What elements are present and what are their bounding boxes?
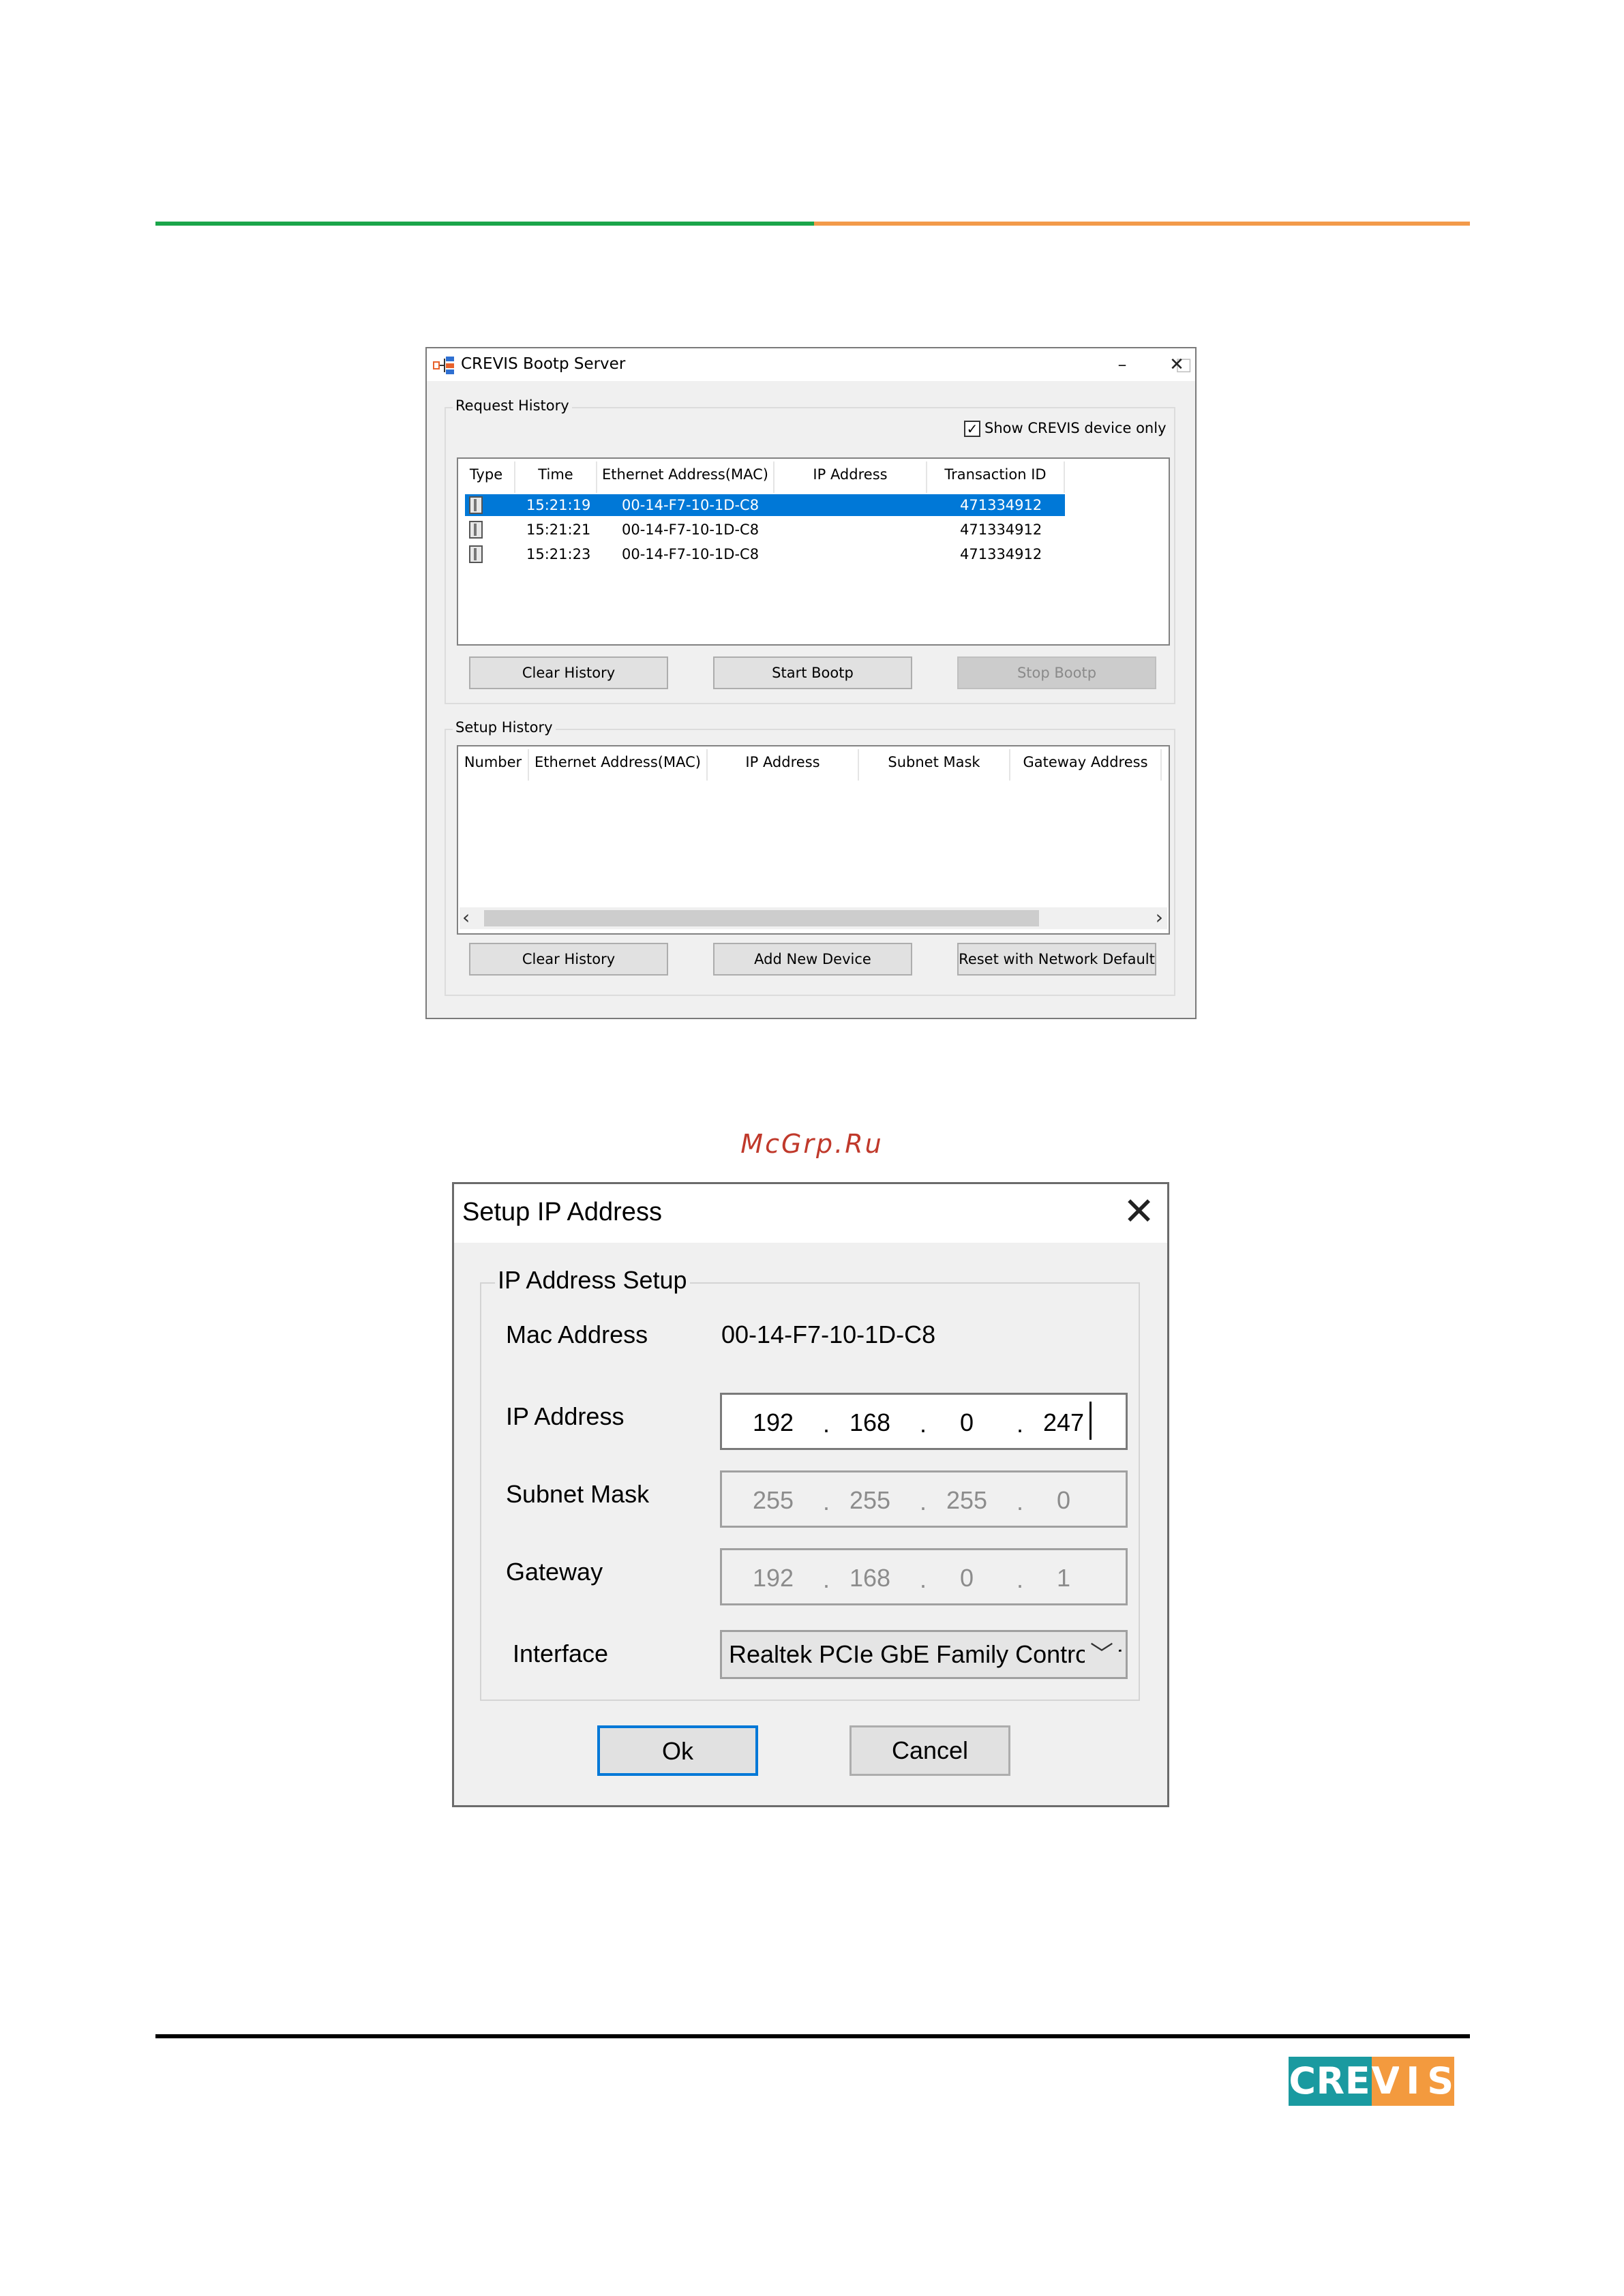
octet-separator: . [823, 1565, 830, 1593]
transaction-id-cell: 471334912 [960, 497, 1042, 513]
column-header[interactable]: IP Address [708, 749, 859, 781]
gateway-octet-4[interactable]: 1 [1033, 1564, 1094, 1592]
close-icon[interactable]: ✕ [1123, 1191, 1155, 1232]
octet-separator: . [1017, 1410, 1024, 1438]
scrollbar-thumb[interactable] [484, 910, 1039, 926]
octet-separator: . [1017, 1565, 1024, 1593]
request-history-list[interactable]: Type Time Ethernet Address(MAC) IP Addre… [457, 457, 1170, 646]
gateway-octet-2[interactable]: 168 [839, 1564, 901, 1592]
subnet-mask-label: Subnet Mask [506, 1480, 650, 1508]
gateway-label: Gateway [506, 1558, 603, 1586]
minimize-icon[interactable]: – [1109, 352, 1136, 377]
cancel-button[interactable]: Cancel [849, 1725, 1010, 1776]
mac-cell: 00-14-F7-10-1D-C8 [622, 546, 760, 562]
text-caret [1089, 1402, 1092, 1440]
ip-address-label: IP Address [506, 1402, 625, 1430]
crevis-logo: C R E V I S [1289, 2057, 1454, 2106]
subnet-octet-3[interactable]: 255 [936, 1486, 997, 1515]
octet-separator: . [920, 1487, 927, 1515]
subnet-mask-field[interactable]: 255 . 255 . 255 . 0 [720, 1470, 1128, 1528]
show-crevis-label: Show CREVIS device only [984, 420, 1167, 436]
clear-history-button[interactable]: Clear History [469, 656, 668, 689]
column-header[interactable]: Type [458, 462, 515, 493]
logo-letter: V [1371, 2057, 1400, 2106]
clear-setup-history-button[interactable]: Clear History [469, 943, 668, 976]
scroll-left-icon[interactable]: ‹ [462, 907, 470, 928]
request-history-label: Request History [453, 397, 572, 414]
subnet-octet-2[interactable]: 255 [839, 1486, 901, 1515]
dialog-title-bar[interactable]: Setup IP Address ✕ [454, 1184, 1167, 1243]
column-header[interactable]: Subnet Mask [859, 749, 1010, 781]
ip-address-setup-label: IP Address Setup [495, 1266, 690, 1295]
title-bar[interactable]: CREVIS Bootp Server – □ ✕ [427, 348, 1195, 381]
subnet-octet-4[interactable]: 0 [1033, 1486, 1094, 1515]
setup-history-list[interactable]: Number Ethernet Address(MAC) IP Address … [457, 745, 1170, 935]
logo-letter: E [1344, 2057, 1372, 2106]
mac-cell: 00-14-F7-10-1D-C8 [622, 522, 760, 538]
transaction-id-cell: 471334912 [960, 546, 1042, 562]
octet-separator: . [920, 1565, 927, 1593]
column-header[interactable]: Number [458, 749, 529, 781]
add-new-device-button[interactable]: Add New Device [713, 943, 912, 976]
horizontal-scrollbar[interactable]: ‹ › [460, 907, 1167, 929]
window-title: CREVIS Bootp Server [461, 355, 626, 373]
gateway-field[interactable]: 192 . 168 . 0 . 1 [720, 1548, 1128, 1605]
logo-letter: S [1426, 2057, 1454, 2106]
start-bootp-button[interactable]: Start Bootp [713, 656, 912, 689]
scroll-right-icon[interactable]: › [1156, 907, 1163, 928]
table-row[interactable]: 15:21:19 00-14-F7-10-1D-C8 471334912 [465, 494, 1065, 516]
time-cell: 15:21:19 [526, 497, 591, 513]
ok-button[interactable]: Ok [597, 1725, 758, 1776]
interface-label: Interface [513, 1640, 609, 1667]
device-icon [469, 521, 483, 539]
interface-select[interactable]: Realtek PCIe GbE Family Controller ﹀ [720, 1630, 1128, 1679]
column-header[interactable]: Gateway Address [1010, 749, 1162, 781]
subnet-octet-1[interactable]: 255 [742, 1486, 804, 1515]
close-icon[interactable]: ✕ [1163, 352, 1190, 377]
column-header[interactable]: Transaction ID [927, 462, 1065, 493]
octet-separator: . [1017, 1487, 1024, 1515]
ip-octet-4[interactable]: 247 [1033, 1408, 1094, 1437]
column-header[interactable]: Time [515, 462, 597, 493]
bootp-server-window: CREVIS Bootp Server – □ ✕ Request Histor… [425, 347, 1197, 1019]
gateway-octet-3[interactable]: 0 [936, 1564, 997, 1592]
show-crevis-checkbox[interactable]: ✓ [964, 421, 980, 437]
time-cell: 15:21:23 [526, 546, 591, 562]
device-icon [469, 545, 483, 563]
mac-address-value: 00-14-F7-10-1D-C8 [721, 1320, 936, 1348]
octet-separator: . [823, 1487, 830, 1515]
ip-address-field[interactable]: 192 . 168 . 0 . 247 [720, 1393, 1128, 1450]
time-cell: 15:21:21 [526, 522, 591, 538]
ip-octet-3[interactable]: 0 [936, 1408, 997, 1437]
logo-letter: I [1399, 2057, 1427, 2106]
transaction-id-cell: 471334912 [960, 522, 1042, 538]
mac-address-label: Mac Address [506, 1320, 648, 1348]
ip-octet-2[interactable]: 168 [839, 1408, 901, 1437]
gateway-octet-1[interactable]: 192 [742, 1564, 804, 1592]
logo-letter: C [1289, 2057, 1317, 2106]
table-row[interactable]: 15:21:21 00-14-F7-10-1D-C8 471334912 [465, 519, 1065, 541]
device-icon [469, 496, 483, 514]
bottom-rule [155, 2034, 1470, 2038]
network-tree-icon [433, 357, 454, 374]
column-header[interactable]: IP Address [775, 462, 927, 493]
setup-ip-dialog: Setup IP Address ✕ IP Address Setup Mac … [452, 1182, 1169, 1807]
octet-separator: . [823, 1410, 830, 1438]
column-header[interactable]: Ethernet Address(MAC) [529, 749, 708, 781]
dialog-title: Setup IP Address [462, 1198, 662, 1226]
setup-history-label: Setup History [453, 719, 556, 736]
column-header[interactable]: Ethernet Address(MAC) [597, 462, 775, 493]
top-rule-orange [814, 222, 1470, 226]
top-rule-green [155, 222, 814, 226]
logo-letter: R [1316, 2057, 1344, 2106]
table-row[interactable]: 15:21:23 00-14-F7-10-1D-C8 471334912 [465, 543, 1065, 565]
ip-octet-1[interactable]: 192 [742, 1408, 804, 1437]
stop-bootp-button[interactable]: Stop Bootp [957, 656, 1156, 689]
chevron-down-icon: ﹀ [1085, 1632, 1119, 1677]
octet-separator: . [920, 1410, 927, 1438]
watermark: McGrp.Ru [740, 1129, 884, 1159]
interface-value: Realtek PCIe GbE Family Controller [729, 1640, 1122, 1668]
reset-network-default-button[interactable]: Reset with Network Default [957, 943, 1156, 976]
mac-cell: 00-14-F7-10-1D-C8 [622, 497, 760, 513]
